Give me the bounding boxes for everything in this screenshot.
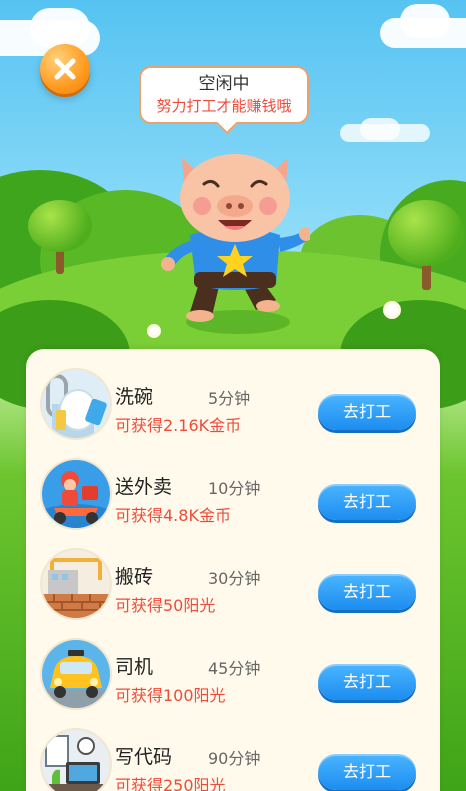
tree-icon <box>28 200 92 252</box>
coding-icon <box>42 730 110 791</box>
job-reward: 可获得250阳光 <box>115 776 226 791</box>
job-duration: 5分钟 <box>208 389 251 408</box>
taxi-driver-icon <box>42 640 110 708</box>
go-work-button[interactable]: 去打工 <box>318 574 416 610</box>
list-item: 送外卖 10分钟 可获得4.8K金币 去打工 <box>26 449 440 539</box>
job-duration: 30分钟 <box>208 569 261 588</box>
job-name: 洗碗 <box>115 386 154 408</box>
job-name: 司机 <box>115 656 154 678</box>
job-name: 写代码 <box>115 746 173 768</box>
food-delivery-icon <box>42 460 110 528</box>
job-reward: 可获得2.16K金币 <box>115 416 242 435</box>
list-item: 洗碗 5分钟 可获得2.16K金币 去打工 <box>26 359 440 449</box>
cloud <box>360 118 400 140</box>
speech-bubble: 空闲中 努力打工才能赚钱哦 <box>139 66 309 124</box>
go-work-button[interactable]: 去打工 <box>318 754 416 790</box>
list-item: 司机 45分钟 可获得100阳光 去打工 <box>26 629 440 719</box>
tree-icon <box>388 200 464 266</box>
close-icon <box>54 58 76 80</box>
idle-status-text: 空闲中 <box>198 74 250 94</box>
job-name: 送外卖 <box>115 476 173 498</box>
cloud <box>30 8 90 48</box>
job-list-panel: 洗碗 5分钟 可获得2.16K金币 去打工 送外卖 10分钟 可获得4.8K金币… <box>26 349 440 791</box>
job-name: 搬砖 <box>115 566 154 588</box>
job-reward: 可获得50阳光 <box>115 596 216 615</box>
go-work-button[interactable]: 去打工 <box>318 484 416 520</box>
list-item: 搬砖 30分钟 可获得50阳光 去打工 <box>26 539 440 629</box>
cloud <box>400 4 450 38</box>
job-duration: 90分钟 <box>208 749 261 768</box>
go-work-button[interactable]: 去打工 <box>318 394 416 430</box>
job-reward: 可获得4.8K金币 <box>115 506 231 525</box>
go-work-button[interactable]: 去打工 <box>318 664 416 700</box>
brick-carrying-icon <box>42 550 110 618</box>
flower-icon <box>150 327 158 335</box>
work-hint-text: 努力打工才能赚钱哦 <box>156 97 292 115</box>
dishwashing-icon <box>42 370 110 438</box>
job-duration: 10分钟 <box>208 479 261 498</box>
job-duration: 45分钟 <box>208 659 261 678</box>
job-reward: 可获得100阳光 <box>115 686 226 705</box>
pig-character-icon <box>161 154 310 334</box>
list-item: 写代码 90分钟 可获得250阳光 去打工 <box>26 719 440 791</box>
flower-icon <box>386 304 398 316</box>
close-button[interactable] <box>40 44 90 94</box>
